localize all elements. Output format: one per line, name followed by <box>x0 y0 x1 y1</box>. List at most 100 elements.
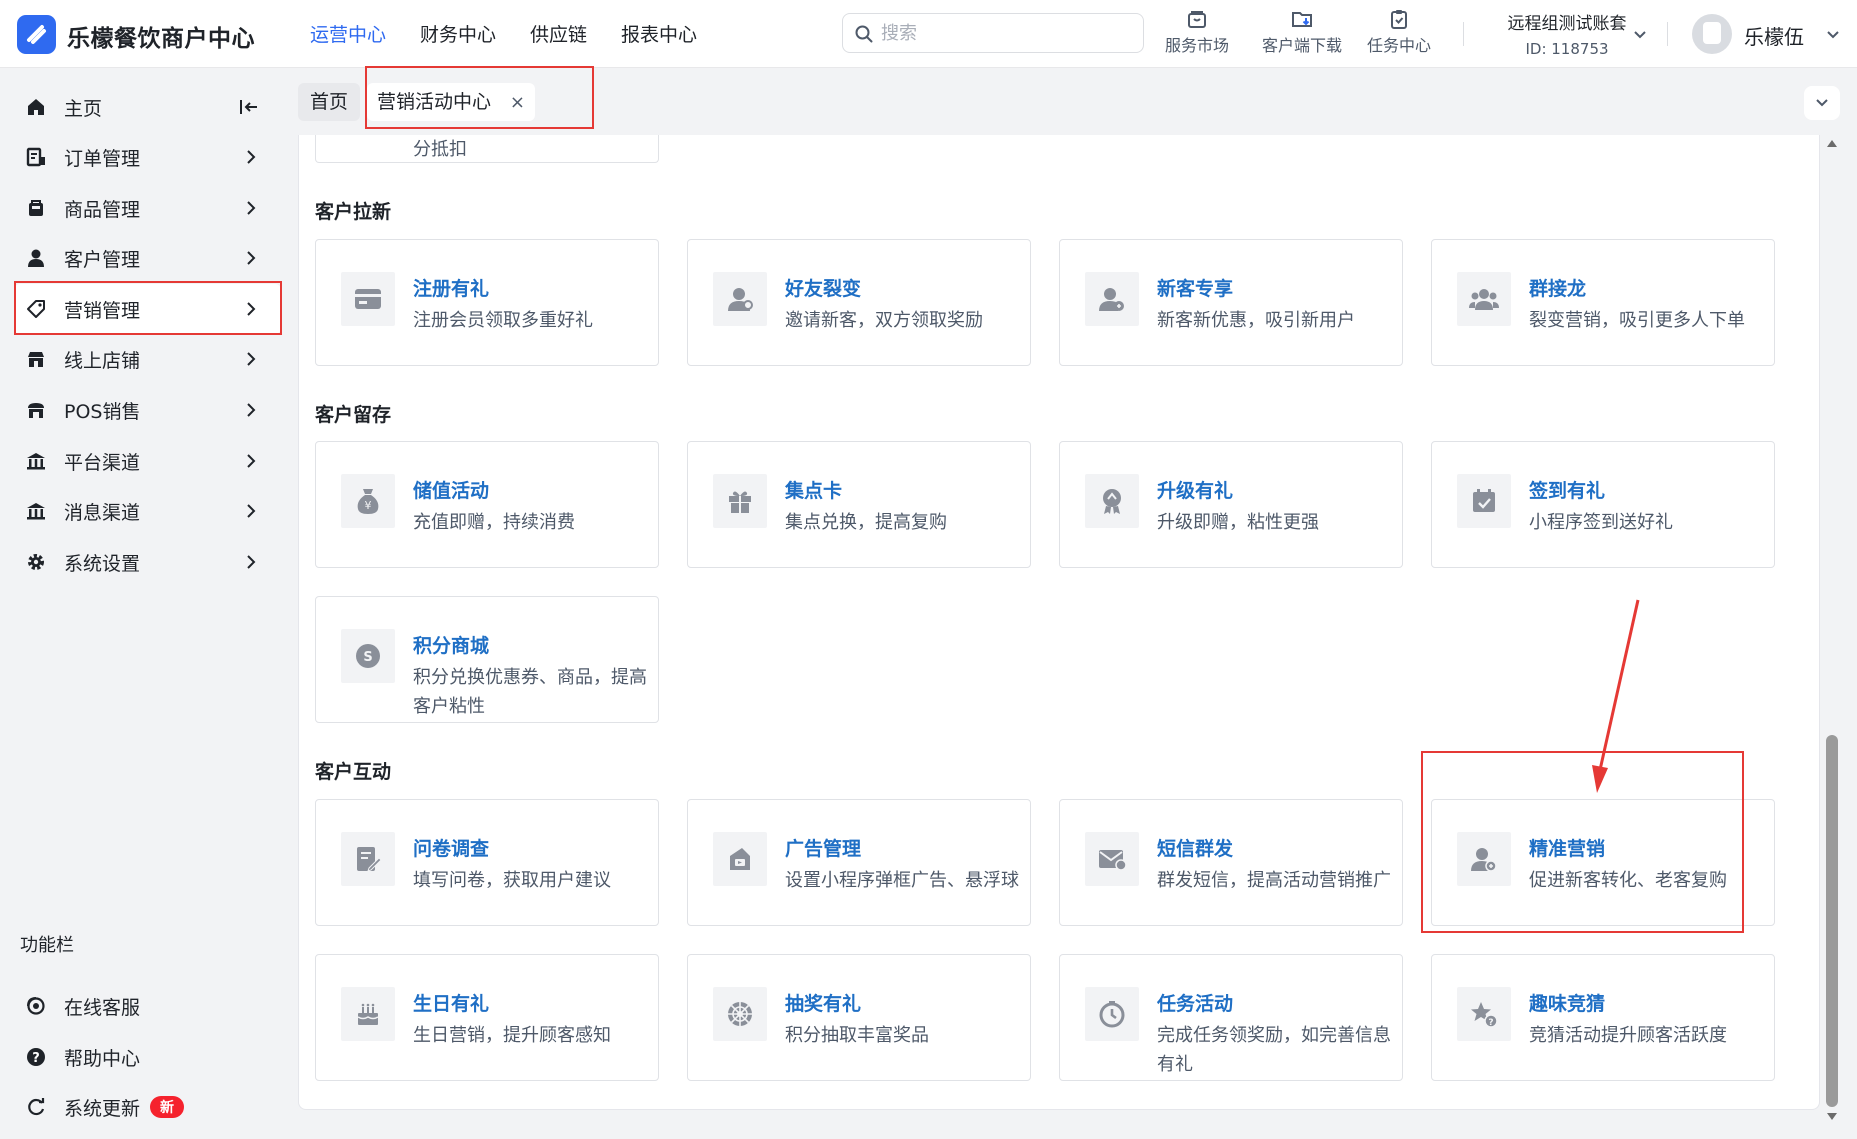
sidebar-item-system-settings[interactable]: 系统设置 <box>14 537 281 587</box>
user-icon <box>24 246 48 270</box>
tab-home[interactable]: 首页 <box>298 83 361 121</box>
chevron-down-icon <box>1816 99 1828 107</box>
help-icon: ? <box>24 1045 48 1069</box>
sidebar-item-label: 消息渠道 <box>64 501 141 524</box>
search-input[interactable] <box>881 22 1131 44</box>
card-upgrade-gift[interactable]: 升级有礼 升级即赠，粘性更强 <box>1059 441 1403 568</box>
user-name[interactable]: 乐檬伍 <box>1744 21 1804 50</box>
account-name: 远程组测试账套 <box>1507 14 1627 34</box>
refresh-icon <box>24 1095 48 1119</box>
collapse-sidebar-icon[interactable] <box>239 97 259 117</box>
app-title: 乐檬餐饮商户中心 <box>67 26 255 52</box>
card-stored-value[interactable]: ¥ 储值活动 充值即赠，持续消费 <box>315 441 659 568</box>
tool-service-market[interactable]: 服务市场 <box>1152 8 1242 56</box>
card-birthday-gift[interactable]: 生日有礼 生日营销，提升顾客感知 <box>315 954 659 1081</box>
goods-icon <box>24 196 48 220</box>
sidebar-item-label: POS销售 <box>64 400 141 423</box>
nav-item-operations[interactable]: 运营中心 <box>310 20 386 47</box>
tool-label: 客户端下载 <box>1261 36 1342 55</box>
chevron-right-icon <box>247 352 256 366</box>
card-desc: 群发短信，提高活动营销推广 <box>1157 870 1391 891</box>
sidebar-item-system-update[interactable]: 系统更新 新 <box>14 1082 281 1132</box>
sidebar-item-label: 客户管理 <box>64 248 141 271</box>
card-group-solitaire[interactable]: 群接龙 裂变营销，吸引更多人下单 <box>1431 239 1775 366</box>
card-sms-broadcast[interactable]: 短信群发 群发短信，提高活动营销推广 <box>1059 799 1403 926</box>
app-logo-icon[interactable] <box>17 15 56 54</box>
sidebar-item-help-center[interactable]: ? 帮助中心 <box>14 1032 281 1082</box>
nav-item-supply-chain[interactable]: 供应链 <box>530 20 587 47</box>
card-desc: 竞猜活动提升顾客活跃度 <box>1529 1025 1727 1046</box>
card-partial[interactable]: 分抵扣 <box>315 135 659 163</box>
card-title: 问卷调查 <box>413 838 490 860</box>
sidebar-item-label: 主页 <box>64 97 103 120</box>
chevron-right-icon <box>247 454 256 468</box>
sidebar-item-goods[interactable]: 商品管理 <box>14 183 281 233</box>
sidebar-item-customers[interactable]: 客户管理 <box>14 233 281 283</box>
star-quiz-icon: ? <box>1457 987 1511 1041</box>
ad-icon <box>713 832 767 886</box>
card-title: 积分商城 <box>413 635 490 657</box>
sidebar-item-message-channels[interactable]: 消息渠道 <box>14 486 281 536</box>
chevron-right-icon <box>247 555 256 569</box>
sidebar-item-pos-sales[interactable]: POS销售 <box>14 385 281 435</box>
card-desc: 生日营销，提升顾客感知 <box>413 1025 611 1046</box>
lottery-wheel-icon <box>713 987 767 1041</box>
group-title-retention: 客户留存 <box>315 404 392 426</box>
top-header: 乐檬餐饮商户中心 运营中心 财务中心 供应链 报表中心 服务市场 客户端下载 任… <box>0 0 1857 68</box>
card-title: 趣味竞猜 <box>1529 993 1606 1015</box>
card-lottery-gift[interactable]: 抽奖有礼 积分抽取丰富奖品 <box>687 954 1031 1081</box>
avatar[interactable] <box>1692 14 1732 54</box>
card-desc: 邀请新客，双方领取奖励 <box>785 310 983 331</box>
card-desc: 注册会员领取多重好礼 <box>413 310 593 331</box>
nav-item-finance[interactable]: 财务中心 <box>420 20 496 47</box>
card-points-mall[interactable]: S 积分商城 积分兑换优惠券、商品，提高客户粘性 <box>315 596 659 723</box>
sidebar-item-label: 系统设置 <box>64 552 141 575</box>
points-coin-icon: S <box>341 629 395 683</box>
function-bar-label: 功能栏 <box>20 935 74 956</box>
card-friend-referral[interactable]: 好友裂变 邀请新客，双方领取奖励 <box>687 239 1031 366</box>
svg-text:?: ? <box>32 1051 40 1066</box>
card-desc: 充值即赠，持续消费 <box>413 512 575 533</box>
tabs-dropdown-button[interactable] <box>1804 86 1840 120</box>
sidebar-item-online-support[interactable]: 在线客服 <box>14 981 281 1031</box>
chevron-down-icon[interactable] <box>1632 27 1648 43</box>
account-switcher[interactable]: 远程组测试账套 ID: 118753 <box>1492 9 1642 58</box>
sidebar-item-orders[interactable]: 订单管理 <box>14 132 281 182</box>
nav-item-reports[interactable]: 报表中心 <box>621 20 697 47</box>
sidebar-item-label: 在线客服 <box>64 996 141 1019</box>
card-title: 群接龙 <box>1529 278 1587 300</box>
chevron-down-icon[interactable] <box>1825 27 1841 43</box>
scroll-down-icon[interactable] <box>1826 1112 1838 1122</box>
tool-client-download[interactable]: 客户端下载 <box>1252 8 1352 56</box>
scrollbar-thumb[interactable] <box>1826 735 1838 1107</box>
bank-icon <box>24 499 48 523</box>
sidebar-item-home[interactable]: 主页 <box>14 82 281 132</box>
card-title: 升级有礼 <box>1157 480 1234 502</box>
new-user-icon <box>1085 272 1139 326</box>
card-point-card[interactable]: 集点卡 集点兑换，提高复购 <box>687 441 1031 568</box>
card-title: 储值活动 <box>413 480 490 502</box>
chevron-right-icon <box>247 150 256 164</box>
clipboard-check-icon <box>1391 10 1407 29</box>
card-ad-management[interactable]: 广告管理 设置小程序弹框广告、悬浮球 <box>687 799 1031 926</box>
annotation-arrow-icon <box>1592 599 1640 793</box>
card-survey[interactable]: 问卷调查 填写问卷，获取用户建议 <box>315 799 659 926</box>
card-fun-quiz[interactable]: ? 趣味竞猜 竞猜活动提升顾客活跃度 <box>1431 954 1775 1081</box>
sidebar-item-online-store[interactable]: 线上店铺 <box>14 334 281 384</box>
card-new-customer-exclusive[interactable]: 新客专享 新客新优惠，吸引新用户 <box>1059 239 1403 366</box>
header-divider <box>1667 22 1668 46</box>
card-desc: 积分兑换优惠券、商品，提高客户粘性 <box>413 667 647 717</box>
card-register-gift[interactable]: 注册有礼 注册会员领取多重好礼 <box>315 239 659 366</box>
tool-task-center[interactable]: 任务中心 <box>1354 8 1444 56</box>
sidebar: 主页 订单管理 商品管理 客户管理 营销管理 线上店铺 POS销售 平台渠道 消 <box>0 68 282 1139</box>
sidebar-item-label: 系统更新 <box>64 1097 141 1120</box>
sidebar-item-platform-channels[interactable]: 平台渠道 <box>14 436 281 486</box>
scroll-up-icon[interactable] <box>1826 138 1838 148</box>
card-title: 新客专享 <box>1157 278 1234 300</box>
card-desc: 积分抽取丰富奖品 <box>785 1025 929 1046</box>
card-checkin-gift[interactable]: 签到有礼 小程序签到送好礼 <box>1431 441 1775 568</box>
upgrade-icon <box>1085 474 1139 528</box>
svg-text:?: ? <box>1488 1018 1493 1028</box>
gift-icon <box>713 474 767 528</box>
card-task-activity[interactable]: 任务活动 完成任务领奖励，如完善信息有礼 <box>1059 954 1403 1081</box>
